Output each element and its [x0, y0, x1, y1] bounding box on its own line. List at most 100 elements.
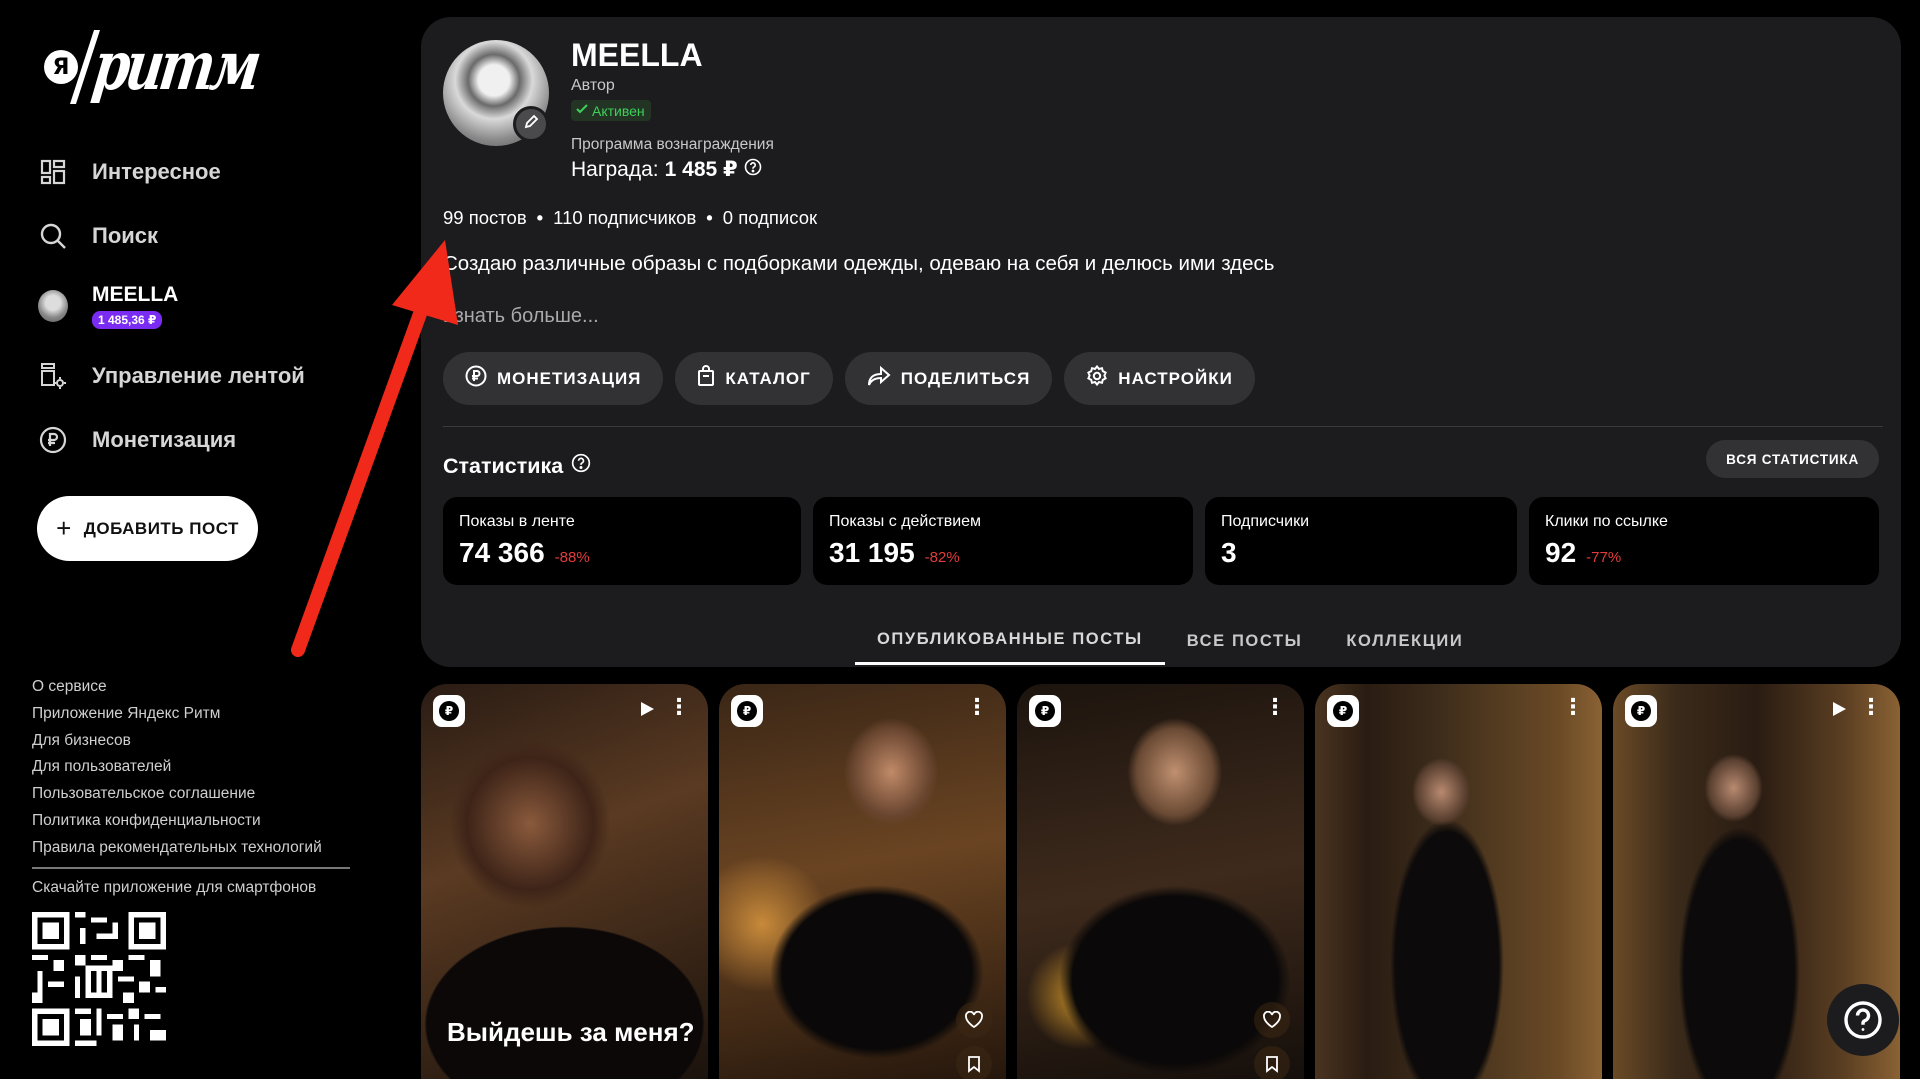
- more-menu-icon[interactable]: ⋮: [1860, 696, 1882, 718]
- bag-icon: [697, 365, 715, 392]
- footer-link[interactable]: Для бизнесов: [32, 728, 322, 755]
- add-post-label: ДОБАВИТЬ ПОСТ: [83, 518, 239, 538]
- nav-item-profile[interactable]: MEELLA 1 485,36 ₽: [38, 268, 378, 344]
- like-button[interactable]: [956, 1002, 992, 1038]
- paid-badge: ₽: [731, 695, 763, 727]
- nav-item-feed-management[interactable]: Управление лентой: [38, 344, 378, 408]
- pencil-icon: [523, 114, 539, 135]
- grid-icon: [38, 157, 68, 187]
- posts-grid: ₽ ⋮ Выйдешь за меня? ₽ ⋮ ₽ ⋮ ₽ ⋮ ₽ ⋮: [421, 684, 1900, 1079]
- paid-badge: ₽: [1029, 695, 1061, 727]
- learn-more-link[interactable]: Узнать больше...: [443, 305, 599, 328]
- profile-actions: МОНЕТИЗАЦИЯ КАТАЛОГ ПОДЕЛИТЬСЯ НАСТРОЙКИ: [443, 352, 1255, 405]
- search-icon: [38, 221, 68, 251]
- share-icon: [867, 365, 891, 392]
- reward: Награда: 1 485 ₽: [571, 157, 762, 182]
- nav-label: Монетизация: [92, 427, 237, 452]
- settings-button[interactable]: НАСТРОЙКИ: [1064, 352, 1255, 405]
- tab-published-posts[interactable]: ОПУБЛИКОВАННЫЕ ПОСТЫ: [855, 617, 1165, 665]
- card-value: 3: [1221, 537, 1237, 568]
- more-menu-icon[interactable]: ⋮: [966, 696, 988, 718]
- share-button[interactable]: ПОДЕЛИТЬСЯ: [844, 352, 1053, 405]
- footer-link[interactable]: О сервисе: [32, 674, 322, 701]
- nav-label: Интересное: [92, 159, 221, 184]
- profile-title: MEELLA: [571, 37, 703, 73]
- footer-link[interactable]: Правила рекомендательных технологий: [32, 835, 322, 862]
- paid-badge: ₽: [1327, 695, 1359, 727]
- card-label: Показы с действием: [829, 513, 982, 530]
- subscriptions-count[interactable]: 0 подписок: [723, 207, 817, 229]
- more-menu-icon[interactable]: ⋮: [1562, 696, 1584, 718]
- bookmark-icon: [968, 1056, 980, 1073]
- nav-item-search[interactable]: Поиск: [38, 204, 378, 268]
- profile-name: MEELLA: [92, 283, 179, 306]
- feed-settings-icon: [38, 361, 68, 391]
- card-change: -77%: [1586, 549, 1622, 566]
- stat-card-feed-impressions[interactable]: Показы в ленте 74 366 -88%: [443, 497, 801, 585]
- heart-icon: [965, 1011, 983, 1029]
- more-menu-icon[interactable]: ⋮: [668, 696, 690, 718]
- post-card[interactable]: ₽ ⋮: [1017, 684, 1304, 1079]
- heart-icon: [1263, 1011, 1281, 1029]
- subscribers-count[interactable]: 110 подписчиков: [553, 207, 696, 229]
- footer-link[interactable]: Для пользователей: [32, 754, 322, 781]
- footer-link[interactable]: Приложение Яндекс Ритм: [32, 701, 322, 728]
- posts-count[interactable]: 99 постов: [443, 207, 527, 229]
- nav-item-interesting[interactable]: Интересное: [38, 140, 378, 204]
- help-icon[interactable]: [744, 158, 762, 182]
- download-app-text: Скачайте приложение для смартфонов: [32, 879, 317, 896]
- post-card[interactable]: ₽ ⋮ Выйдешь за меня?: [421, 684, 708, 1079]
- stat-card-action-impressions[interactable]: Показы с действием 31 195 -82%: [813, 497, 1193, 585]
- separator-dot: •: [536, 207, 544, 228]
- edit-avatar-button[interactable]: [513, 106, 549, 142]
- card-change: -88%: [554, 549, 590, 566]
- help-icon: [1844, 1001, 1882, 1039]
- reward-program-label: Программа вознаграждения: [571, 136, 774, 153]
- bookmark-icon: [1266, 1056, 1278, 1073]
- divider: [443, 426, 1883, 427]
- check-icon: [575, 102, 589, 119]
- tab-all-posts[interactable]: ВСЕ ПОСТЫ: [1165, 617, 1325, 665]
- action-label: КАТАЛОГ: [725, 368, 811, 388]
- qr-code[interactable]: [32, 912, 166, 1046]
- post-card[interactable]: ₽ ⋮: [1315, 684, 1602, 1079]
- post-image: [1315, 684, 1602, 1079]
- save-button[interactable]: [1254, 1046, 1290, 1079]
- stats-heading: Статистика: [443, 453, 591, 479]
- action-label: НАСТРОЙКИ: [1118, 368, 1233, 388]
- action-label: МОНЕТИЗАЦИЯ: [497, 368, 642, 388]
- help-icon[interactable]: [571, 453, 591, 479]
- reward-label: Награда:: [571, 157, 659, 181]
- card-label: Клики по ссылке: [1545, 513, 1668, 530]
- like-button[interactable]: [1254, 1002, 1290, 1038]
- monetization-button[interactable]: МОНЕТИЗАЦИЯ: [443, 352, 664, 405]
- profile-role: Автор: [571, 77, 615, 94]
- posts-tabs: ОПУБЛИКОВАННЫЕ ПОСТЫ ВСЕ ПОСТЫ КОЛЛЕКЦИИ: [855, 617, 1485, 665]
- profile-description: Создаю различные образы с подборками оде…: [443, 252, 1275, 275]
- stat-card-link-clicks[interactable]: Клики по ссылке 92 -77%: [1529, 497, 1879, 585]
- tab-collections[interactable]: КОЛЛЕКЦИИ: [1324, 617, 1485, 665]
- save-button[interactable]: [956, 1046, 992, 1079]
- ruble-icon: [465, 365, 487, 392]
- help-button[interactable]: [1827, 984, 1899, 1056]
- more-menu-icon[interactable]: ⋮: [1264, 696, 1286, 718]
- yandex-ritm-logo[interactable]: Я ритм: [44, 27, 262, 106]
- logo-text: ритм: [88, 26, 263, 107]
- card-label: Показы в ленте: [459, 513, 575, 530]
- nav-item-monetization[interactable]: Монетизация: [38, 408, 378, 472]
- footer-link[interactable]: Политика конфиденциальности: [32, 808, 322, 835]
- all-stats-button[interactable]: ВСЯ СТАТИСТИКА: [1706, 440, 1879, 478]
- profile-panel: MEELLA Автор Активен Программа вознаграж…: [421, 17, 1901, 667]
- card-value: 74 366: [459, 537, 545, 568]
- reward-value: 1 485 ₽: [664, 158, 738, 181]
- card-value: 92: [1545, 537, 1577, 568]
- card-change: -82%: [924, 549, 960, 566]
- catalog-button[interactable]: КАТАЛОГ: [675, 352, 833, 405]
- stat-card-subscribers[interactable]: Подписчики 3: [1205, 497, 1517, 585]
- plus-icon: +: [56, 513, 72, 543]
- post-card[interactable]: ₽ ⋮: [719, 684, 1006, 1079]
- footer-link[interactable]: Пользовательское соглашение: [32, 781, 322, 808]
- nav-label: Управление лентой: [92, 363, 305, 388]
- add-post-button[interactable]: + ДОБАВИТЬ ПОСТ: [37, 496, 258, 561]
- divider: [32, 867, 350, 869]
